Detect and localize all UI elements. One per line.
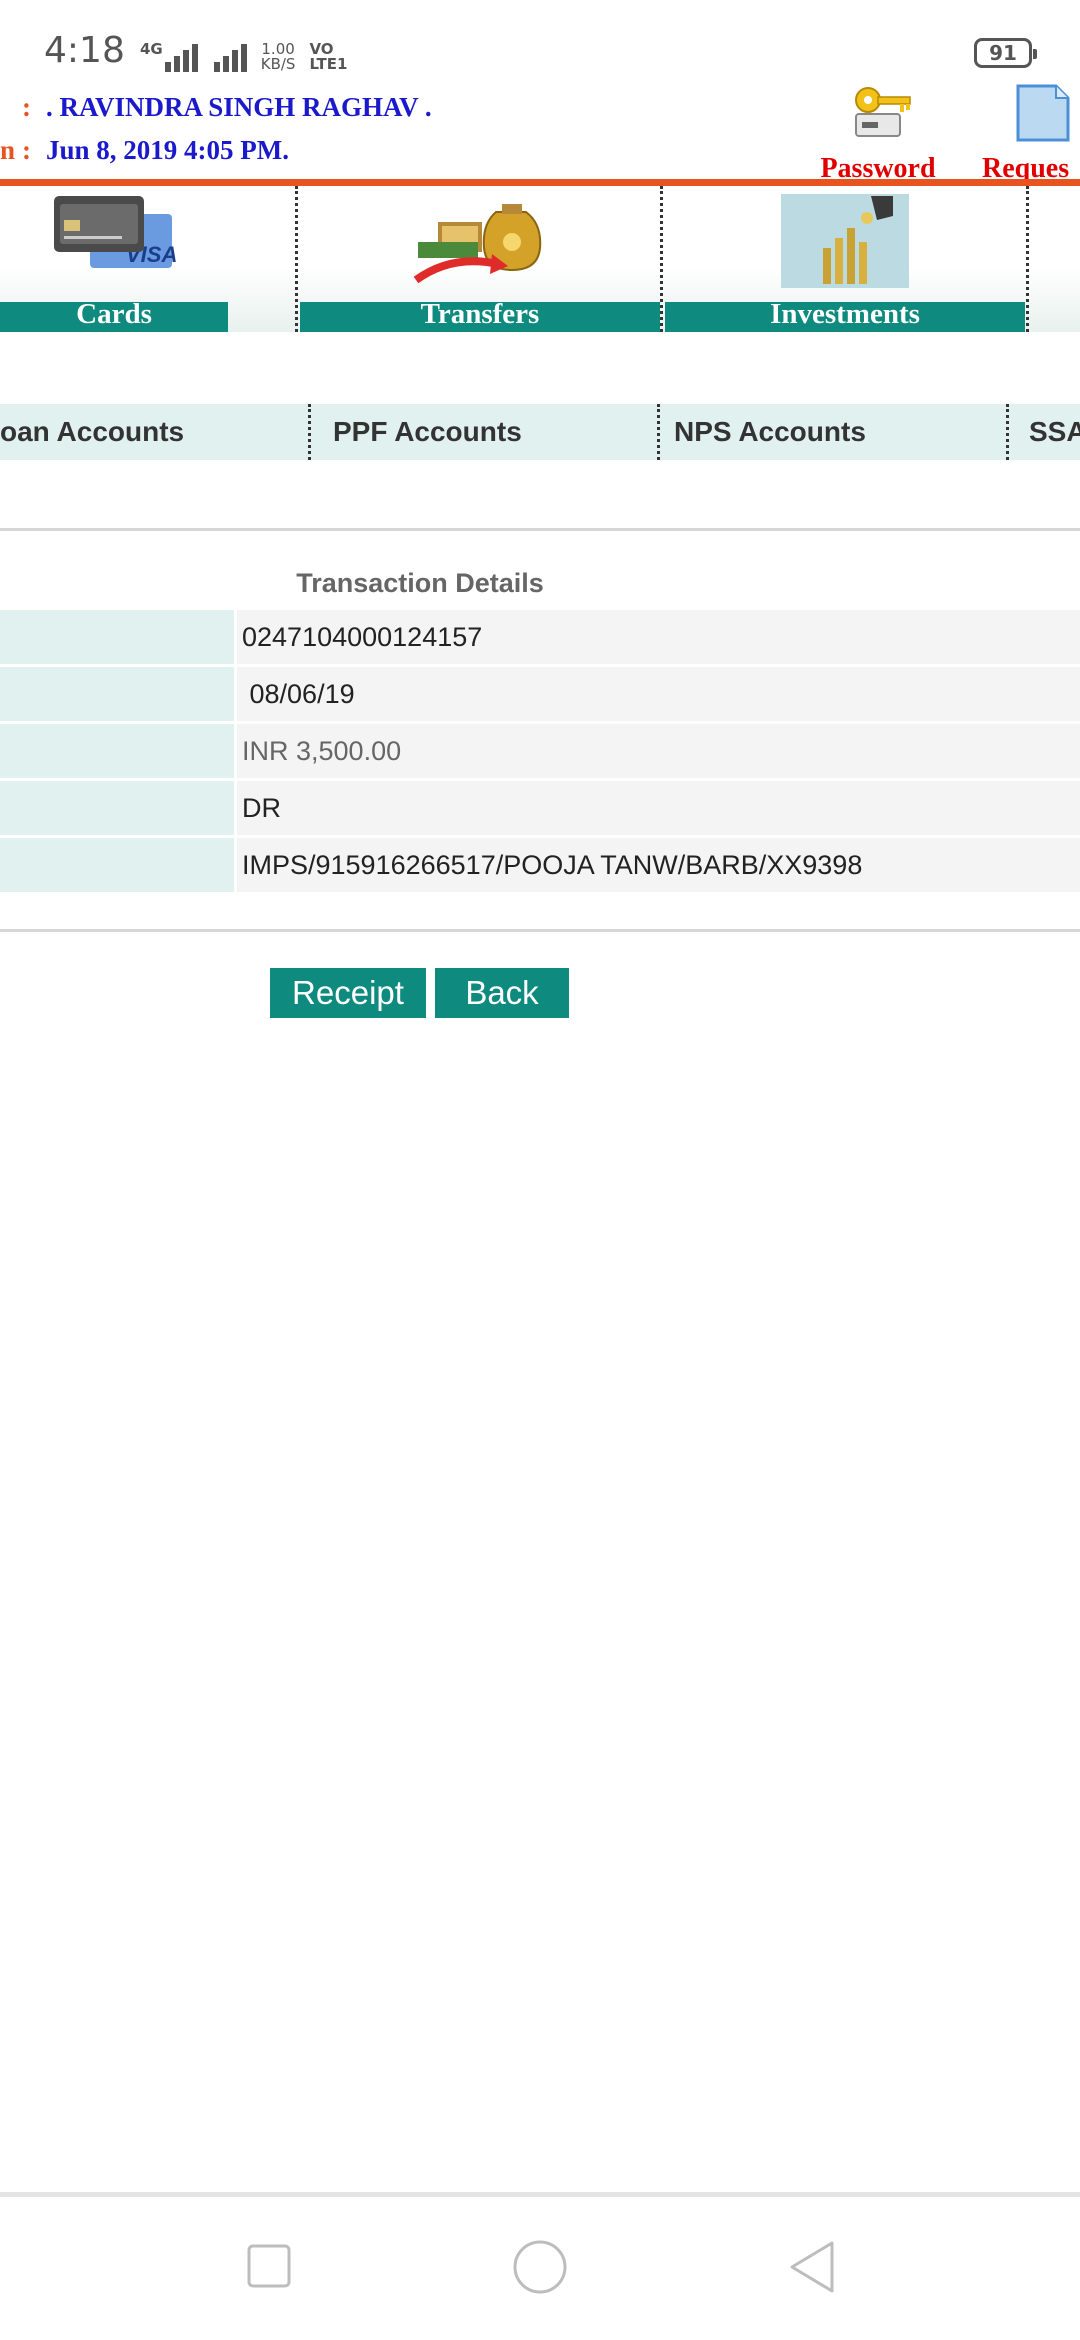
tab-separator bbox=[308, 404, 311, 460]
nav-tile-transfers[interactable]: Transfers bbox=[300, 186, 660, 332]
detail-row: INR 3,500.00 bbox=[0, 724, 1080, 778]
back-nav-icon[interactable] bbox=[784, 2237, 838, 2297]
status-bar: 4:18 4G 1.00 KB/S VO LTE1 91 bbox=[0, 0, 1080, 90]
request-link[interactable]: Reques bbox=[982, 80, 1080, 185]
nav-tile-label: Transfers bbox=[420, 298, 540, 330]
amount-value: INR 3,500.00 bbox=[237, 724, 1080, 778]
status-time: 4:18 bbox=[44, 30, 125, 71]
status-icons: 4G 1.00 KB/S VO LTE1 bbox=[140, 36, 347, 72]
last-login-colon: : bbox=[22, 135, 31, 165]
speed-unit: KB/S bbox=[260, 55, 296, 73]
tab-ssa-accounts[interactable]: SSA bbox=[1029, 404, 1080, 460]
user-name-colon: : bbox=[22, 92, 31, 122]
header-divider bbox=[0, 179, 1080, 186]
system-nav-bar bbox=[0, 2197, 1080, 2340]
key-icon bbox=[855, 87, 911, 137]
money-bag-transfer-icon bbox=[413, 204, 542, 284]
volte-bottom: LTE1 bbox=[309, 55, 348, 73]
detail-label-cell bbox=[0, 724, 234, 778]
user-name-value: . RAVINDRA SINGH RAGHAV . bbox=[46, 92, 432, 122]
tab-ppf-accounts[interactable]: PPF Accounts bbox=[333, 404, 522, 460]
detail-row: IMPS/915916266517/POOJA TANW/BARB/XX9398 bbox=[0, 838, 1080, 892]
account-tabs: oan Accounts PPF Accounts NPS Accounts S… bbox=[0, 404, 1080, 460]
nav-separator bbox=[295, 186, 298, 332]
coins-stack-icon bbox=[781, 194, 909, 288]
signal-strength-icon-1 bbox=[164, 42, 198, 72]
last-login-value: Jun 8, 2019 4:05 PM. bbox=[46, 135, 289, 165]
tab-loan-accounts[interactable]: oan Accounts bbox=[0, 404, 184, 460]
nav-tiles: VISA Cards Transfers Investments bbox=[0, 186, 1080, 332]
detail-row: 0247104000124157 bbox=[0, 610, 1080, 664]
remarks-value: IMPS/915916266517/POOJA TANW/BARB/XX9398 bbox=[237, 838, 1080, 892]
signal-strength-icon-2 bbox=[213, 42, 247, 72]
detail-label-cell bbox=[0, 838, 234, 892]
receipt-button[interactable]: Receipt bbox=[270, 968, 426, 1018]
nav-separator bbox=[660, 186, 663, 332]
transaction-details-title: Transaction Details bbox=[296, 568, 544, 598]
nav-tile-label: Cards bbox=[76, 298, 152, 330]
network-type-label: 4G bbox=[140, 40, 163, 58]
volte-icon: VO LTE1 bbox=[309, 42, 347, 72]
nav-separator bbox=[1026, 186, 1029, 332]
section-divider bbox=[0, 528, 1080, 531]
recent-apps-icon[interactable] bbox=[245, 2242, 295, 2292]
tab-nps-accounts[interactable]: NPS Accounts bbox=[674, 404, 866, 460]
change-password-link[interactable]: Password bbox=[808, 80, 948, 185]
nav-tile-investments[interactable]: Investments bbox=[665, 186, 1025, 332]
debit-credit-value: DR bbox=[237, 781, 1080, 835]
detail-row: DR bbox=[0, 781, 1080, 835]
battery-icon: 91 bbox=[974, 38, 1037, 68]
account-number-value: 0247104000124157 bbox=[237, 610, 1080, 664]
nav-tile-label: Investments bbox=[770, 298, 920, 330]
network-speed: 1.00 KB/S bbox=[261, 42, 296, 72]
transaction-date-value: 08/06/19 bbox=[237, 667, 1080, 721]
document-icon bbox=[1016, 84, 1070, 142]
detail-label-cell bbox=[0, 610, 234, 664]
detail-label-cell bbox=[0, 781, 234, 835]
back-button[interactable]: Back bbox=[435, 968, 569, 1018]
detail-label-cell bbox=[0, 667, 234, 721]
credit-card-icon: VISA bbox=[54, 196, 177, 268]
tab-separator bbox=[657, 404, 660, 460]
last-login-label: n bbox=[0, 135, 16, 165]
tab-separator bbox=[1006, 404, 1009, 460]
section-divider bbox=[0, 929, 1080, 932]
nav-tile-cards[interactable]: VISA Cards bbox=[0, 186, 228, 332]
detail-row: 08/06/19 bbox=[0, 667, 1080, 721]
home-icon[interactable] bbox=[510, 2237, 570, 2297]
